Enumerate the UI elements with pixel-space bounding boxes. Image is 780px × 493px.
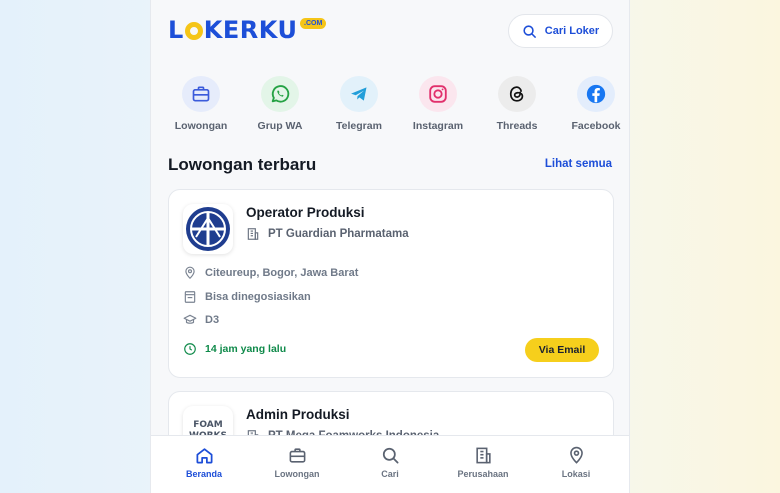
social-label-lowongan: Lowongan xyxy=(174,120,228,132)
guardian-logo-icon xyxy=(186,207,230,251)
education-text: D3 xyxy=(205,314,220,326)
header: L KERKU .COM Cari Loker xyxy=(151,0,629,64)
social-links-row: Lowongan Grup WA Telegram Instagram Thre… xyxy=(161,76,629,132)
briefcase-icon xyxy=(289,448,305,463)
search-icon xyxy=(523,24,536,38)
threads-icon xyxy=(498,76,536,112)
instagram-icon xyxy=(419,76,457,112)
logo-com-badge: .COM xyxy=(300,18,327,29)
section-title: Lowongan terbaru xyxy=(168,155,317,174)
nav-label-lowongan: Lowongan xyxy=(274,469,320,479)
nav-label-lokasi: Lokasi xyxy=(561,469,591,479)
job-education: D3 xyxy=(183,313,219,327)
job-card[interactable]: Operator Produksi PT Guardian Pharmatama… xyxy=(168,189,614,378)
posted-time-text: 14 jam yang lalu xyxy=(205,343,287,355)
search-jobs-button[interactable]: Cari Loker xyxy=(508,14,613,48)
nav-label-beranda: Beranda xyxy=(185,469,222,479)
job-title: Admin Produksi xyxy=(246,407,350,422)
job-location: Citeureup, Bogor, Jawa Barat xyxy=(183,266,358,280)
social-item-lowongan[interactable]: Lowongan xyxy=(161,76,241,132)
facebook-icon xyxy=(577,76,615,112)
see-all-link[interactable]: Lihat semua xyxy=(545,158,612,170)
nav-label-perusahaan: Perusahaan xyxy=(457,469,509,479)
posted-time: 14 jam yang lalu xyxy=(183,342,286,356)
social-item-instagram[interactable]: Instagram xyxy=(398,76,478,132)
social-label-telegram: Telegram xyxy=(336,120,382,132)
search-jobs-label: Cari Loker xyxy=(544,25,600,37)
location-pin-icon xyxy=(569,446,583,464)
social-label-facebook: Facebook xyxy=(571,120,621,132)
company-name-row: PT Guardian Pharmatama xyxy=(246,227,409,241)
company-logo xyxy=(183,204,233,254)
building-icon xyxy=(247,228,259,240)
social-label-grup-wa: Grup WA xyxy=(257,120,303,132)
social-item-facebook[interactable]: Facebook xyxy=(556,76,629,132)
graduation-cap-icon xyxy=(183,314,197,324)
search-icon xyxy=(382,447,398,464)
briefcase-icon xyxy=(182,76,220,112)
bottom-nav: Beranda Lowongan Cari Perusahaan Lokasi xyxy=(151,435,629,493)
nav-item-cari[interactable]: Cari xyxy=(344,446,436,479)
telegram-icon xyxy=(340,76,378,112)
social-item-threads[interactable]: Threads xyxy=(477,76,557,132)
nav-item-lowongan[interactable]: Lowongan xyxy=(251,446,343,479)
social-item-telegram[interactable]: Telegram xyxy=(319,76,399,132)
nav-item-lokasi[interactable]: Lokasi xyxy=(530,446,622,479)
job-salary: Bisa dinegosiasikan xyxy=(183,290,311,304)
social-label-instagram: Instagram xyxy=(412,120,464,132)
home-icon xyxy=(196,448,212,464)
app-container: L KERKU .COM Cari Loker Lowongan Grup WA … xyxy=(150,0,630,493)
logo-text: L KERKU xyxy=(168,16,298,44)
receipt-icon xyxy=(184,291,196,303)
nav-label-cari: Cari xyxy=(381,469,399,479)
salary-text: Bisa dinegosiasikan xyxy=(205,291,311,303)
company-name: PT Guardian Pharmatama xyxy=(268,228,409,240)
clock-icon xyxy=(184,343,196,355)
social-label-threads: Threads xyxy=(496,120,538,132)
apply-via-email-button[interactable]: Via Email xyxy=(525,338,599,362)
lokerku-logo[interactable]: L KERKU .COM xyxy=(168,16,327,44)
job-title: Operator Produksi xyxy=(246,205,365,220)
location-text: Citeureup, Bogor, Jawa Barat xyxy=(205,267,359,279)
whatsapp-icon xyxy=(261,76,299,112)
nav-item-beranda[interactable]: Beranda xyxy=(158,446,250,479)
nav-item-perusahaan[interactable]: Perusahaan xyxy=(437,446,529,479)
location-pin-icon xyxy=(185,266,195,280)
building-icon xyxy=(475,447,491,464)
social-item-grup-wa[interactable]: Grup WA xyxy=(240,76,320,132)
